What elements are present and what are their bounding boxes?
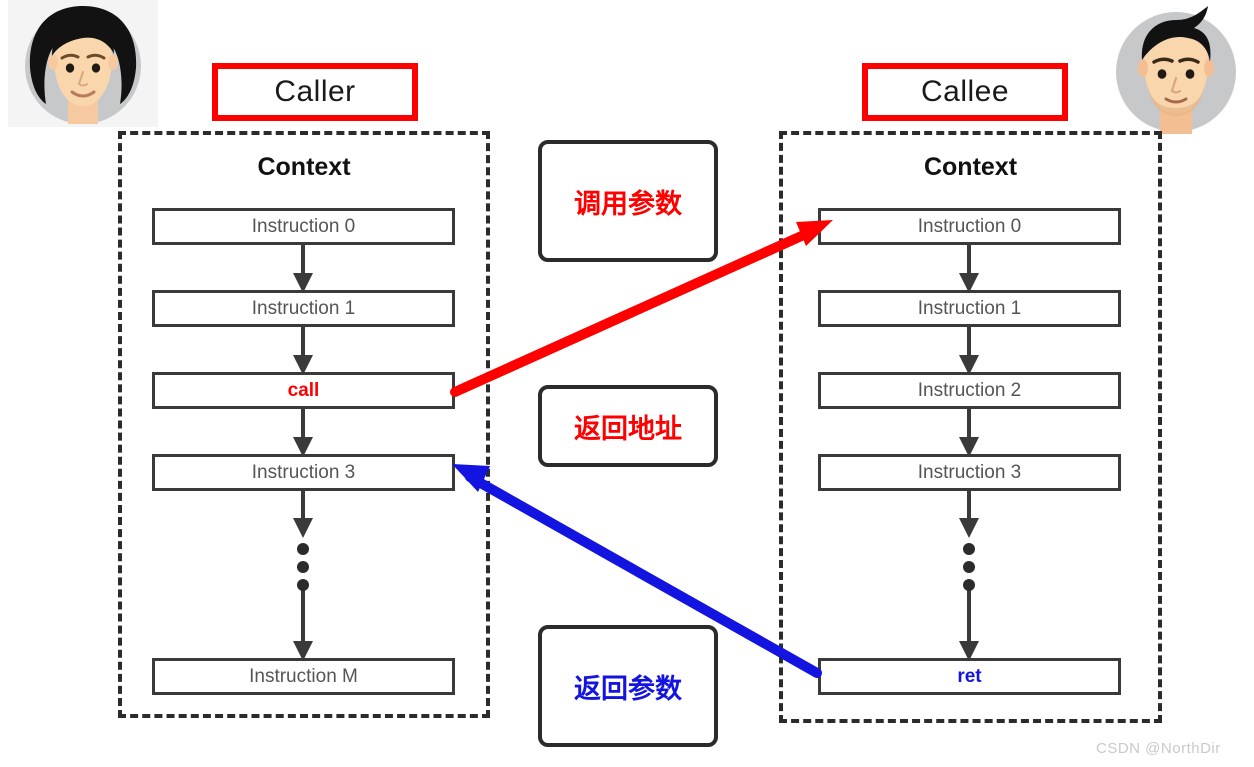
caller-instruction-call-label: call: [287, 379, 320, 401]
caller-instruction-m[interactable]: Instruction M: [152, 658, 455, 695]
note-call-arguments[interactable]: 调用参数: [538, 140, 718, 262]
caller-avatar: [8, 0, 158, 127]
callee-instruction-ret[interactable]: ret: [818, 658, 1121, 695]
caller-instruction-m-label: Instruction M: [249, 665, 358, 687]
caller-instruction-0[interactable]: Instruction 0: [152, 208, 455, 245]
caller-instruction-3-label: Instruction 3: [251, 461, 356, 483]
watermark: CSDN @NorthDir: [1096, 740, 1221, 757]
caller-context-title: Context: [257, 153, 351, 181]
diagram-canvas: Caller Callee Context Instruction 0 Inst…: [0, 0, 1254, 767]
callee-instruction-ret-label: ret: [957, 665, 982, 687]
callee-role-box[interactable]: Callee: [862, 63, 1068, 121]
caller-instruction-0-label: Instruction 0: [251, 215, 356, 237]
callee-instruction-3-label: Instruction 3: [917, 461, 1022, 483]
callee-instruction-2-label: Instruction 2: [917, 379, 1022, 401]
caller-role-box[interactable]: Caller: [212, 63, 418, 121]
caller-instruction-1[interactable]: Instruction 1: [152, 290, 455, 327]
note-return-address[interactable]: 返回地址: [538, 385, 718, 467]
callee-context-title: Context: [923, 153, 1018, 181]
callee-role-label: Callee: [920, 75, 1010, 108]
callee-instruction-0-label: Instruction 0: [917, 215, 1022, 237]
callee-instruction-0[interactable]: Instruction 0: [818, 208, 1121, 245]
callee-instruction-3[interactable]: Instruction 3: [818, 454, 1121, 491]
callee-instruction-2[interactable]: Instruction 2: [818, 372, 1121, 409]
note-call-arguments-label: 调用参数: [574, 188, 682, 219]
note-return-values[interactable]: 返回参数: [538, 625, 718, 747]
caller-role-label: Caller: [274, 75, 356, 108]
note-return-values-label: 返回参数: [574, 673, 682, 704]
callee-instruction-1[interactable]: Instruction 1: [818, 290, 1121, 327]
callee-instruction-1-label: Instruction 1: [917, 297, 1022, 319]
caller-instruction-call[interactable]: call: [152, 372, 455, 409]
caller-instruction-1-label: Instruction 1: [251, 297, 356, 319]
callee-avatar: [1098, 0, 1254, 135]
note-return-address-label: 返回地址: [574, 413, 682, 444]
caller-instruction-3[interactable]: Instruction 3: [152, 454, 455, 491]
